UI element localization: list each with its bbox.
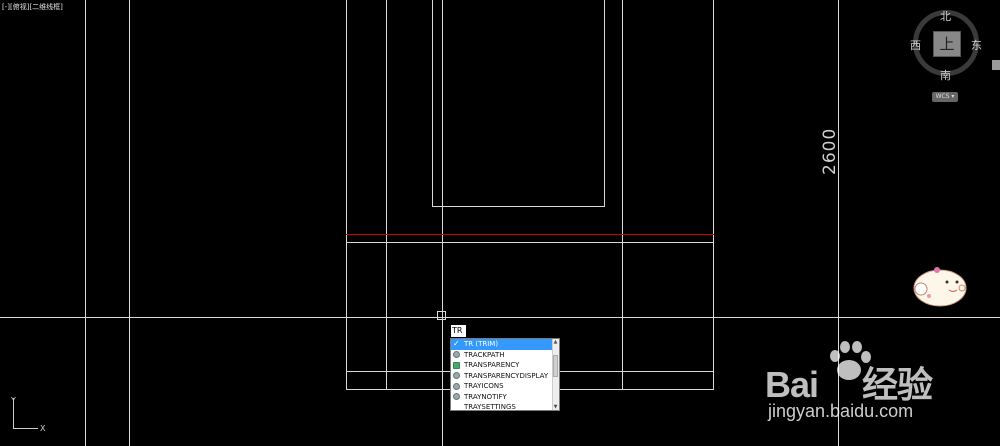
ucs-x-axis: [13, 428, 38, 429]
autocomplete-item[interactable]: TRANSPARENCYDISPLAY: [451, 371, 559, 382]
compass-south-label[interactable]: 南: [940, 67, 951, 83]
drawing-line: [386, 0, 387, 390]
window-icon: [453, 361, 460, 369]
drawing-line: [622, 0, 623, 390]
watermark-url: jingyan.baidu.com: [768, 401, 914, 421]
navigation-bar-toggle[interactable]: [992, 60, 1000, 70]
autocomplete-item-label: TRAYSETTINGS: [464, 403, 516, 411]
gear-icon: [453, 351, 460, 358]
viewport-controls-label[interactable]: [-][俯视][二维线框]: [2, 2, 63, 12]
drawing-line: [346, 242, 714, 243]
decorative-sticker: [913, 267, 967, 307]
watermark-logo-right: 经验: [862, 364, 933, 405]
drawing-line: [346, 0, 347, 390]
autocomplete-item[interactable]: TRAYSETTINGS: [451, 402, 559, 411]
check-icon: ✓: [453, 339, 460, 348]
drawing-line: [442, 0, 443, 446]
autocomplete-item-label: TR (TRIM): [464, 340, 499, 348]
autocomplete-item[interactable]: TRACKPATH: [451, 350, 559, 361]
gear-icon: [453, 393, 460, 400]
ucs-y-label: Y: [11, 396, 16, 405]
compass-east-label[interactable]: 东: [971, 37, 982, 53]
ucs-x-label: X: [40, 424, 46, 433]
drawing-line: [432, 206, 605, 207]
drawing-line: [432, 0, 433, 206]
autocomplete-item[interactable]: TRAYNOTIFY: [451, 392, 559, 403]
dynamic-command-input[interactable]: TR: [451, 325, 466, 337]
gear-icon: [453, 382, 460, 390]
drawing-line: [85, 0, 86, 446]
drawing-line: [129, 0, 130, 446]
drawing-line: [604, 0, 605, 206]
autocomplete-scrollbar[interactable]: ▲ ▼: [552, 339, 559, 410]
scroll-up-icon[interactable]: ▲: [553, 339, 558, 345]
compass-west-label[interactable]: 西: [910, 37, 921, 53]
watermark-logo-left: Bai: [765, 364, 819, 405]
autocomplete-item[interactable]: TRAYICONS: [451, 381, 559, 392]
command-autocomplete-list[interactable]: ✓ TR (TRIM) TRACKPATH TRANSPARENCY TRANS…: [450, 338, 560, 411]
viewcube-top-face[interactable]: 上: [933, 31, 961, 57]
scrollbar-thumb[interactable]: [553, 355, 558, 377]
autocomplete-item[interactable]: TRANSPARENCY: [451, 360, 559, 371]
scroll-down-icon[interactable]: ▼: [553, 404, 558, 410]
dimension-text: 2600: [820, 127, 840, 175]
drawing-line: [713, 0, 714, 390]
gear-icon: [453, 372, 460, 379]
autocomplete-item-label: TRAYNOTIFY: [464, 392, 507, 401]
viewcube[interactable]: 北 南 西 东 上: [910, 8, 982, 83]
autocomplete-item-label: TRANSPARENCYDISPLAY: [464, 371, 549, 380]
drawing-line: [0, 317, 1000, 318]
autocomplete-item-label: TRANSPARENCY: [464, 361, 520, 369]
autocomplete-item-label: TRACKPATH: [464, 350, 505, 359]
autocomplete-item-label: TRAYICONS: [464, 382, 504, 390]
compass-north-label[interactable]: 北: [940, 8, 951, 24]
accent-line: [346, 234, 714, 235]
autocomplete-item[interactable]: ✓ TR (TRIM): [451, 339, 559, 350]
crosshair-pickbox: [437, 311, 446, 320]
wcs-menu-button[interactable]: WCS ▾: [932, 92, 958, 102]
